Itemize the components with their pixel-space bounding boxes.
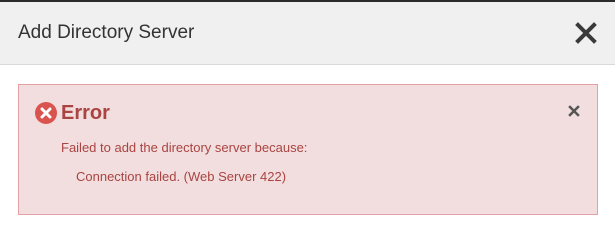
- alert-message: Failed to add the directory server becau…: [61, 140, 308, 155]
- error-circle-icon: [35, 102, 57, 124]
- alert-title: Error: [61, 102, 110, 124]
- alert-dismiss-icon[interactable]: [568, 104, 580, 117]
- dialog-header: Add Directory Server: [0, 2, 615, 65]
- error-alert: Error Failed to add the directory server…: [18, 84, 598, 215]
- dialog-title: Add Directory Server: [18, 22, 195, 43]
- add-directory-server-dialog: Add Directory Server Error Failed to add…: [0, 0, 615, 243]
- close-icon[interactable]: [575, 22, 597, 44]
- alert-detail: Connection failed. (Web Server 422): [76, 169, 287, 184]
